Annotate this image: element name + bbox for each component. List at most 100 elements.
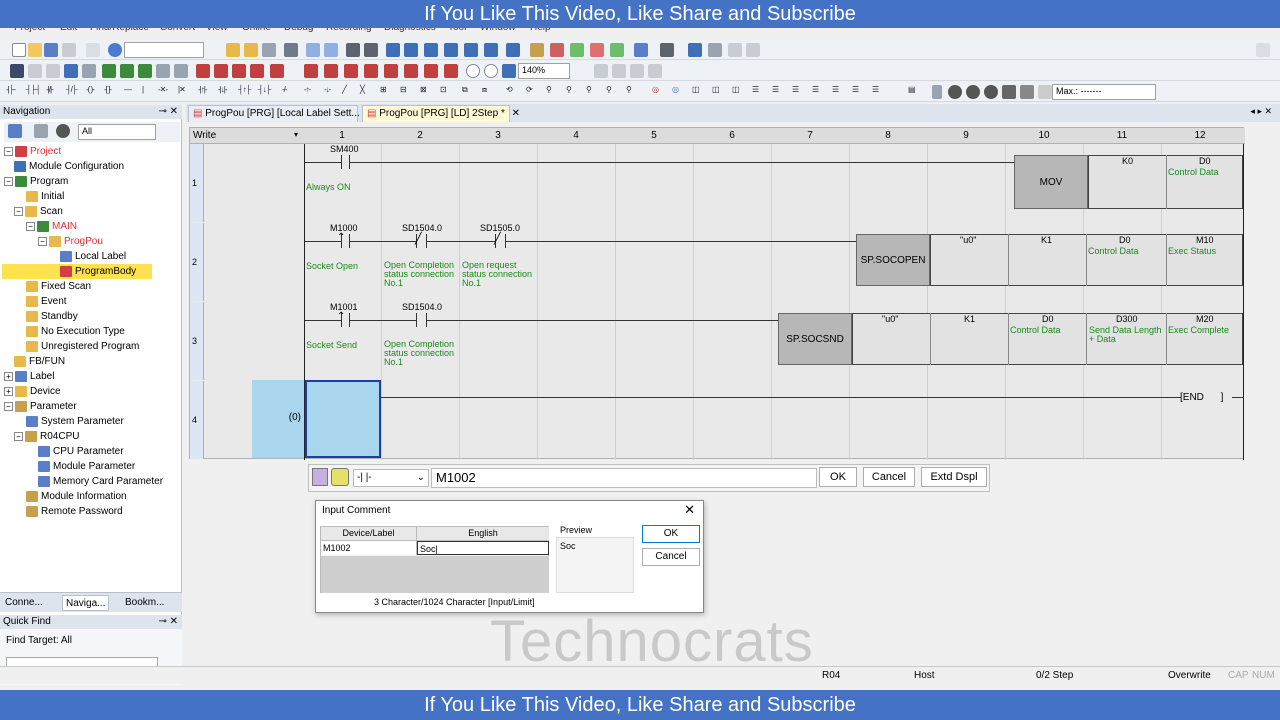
open-contact-icon[interactable]: -|├- bbox=[6, 86, 16, 94]
delete-row-icon[interactable] bbox=[120, 64, 134, 78]
application-instruction-icon[interactable]: -[ ]- bbox=[104, 86, 112, 94]
ladder-icon-33[interactable]: ◫ bbox=[732, 86, 740, 94]
tree-memory-card-parameter[interactable]: Memory Card Parameter bbox=[38, 474, 163, 489]
operand-u0-2[interactable]: "u0" bbox=[882, 314, 898, 324]
build-icon[interactable] bbox=[346, 43, 360, 57]
operand-m20[interactable]: M20 bbox=[1196, 314, 1214, 324]
device-list-icon[interactable] bbox=[306, 43, 320, 57]
verify-plc-icon[interactable] bbox=[424, 43, 438, 57]
rising-pulse-icon[interactable]: -|↑|- bbox=[198, 86, 208, 94]
tree-r04cpu[interactable]: − R04CPU bbox=[14, 429, 79, 444]
save-icon[interactable] bbox=[44, 43, 58, 57]
monitor-icon[interactable] bbox=[464, 43, 478, 57]
search-replace-icon[interactable] bbox=[688, 43, 702, 57]
instr-mov[interactable]: MOV bbox=[1014, 155, 1088, 209]
tree-fb-fun[interactable]: FB/FUN bbox=[14, 354, 65, 369]
ladder-icon-17[interactable]: ⊟ bbox=[400, 86, 407, 94]
copy-icon[interactable] bbox=[28, 64, 42, 78]
operand-d0-3[interactable]: D0 bbox=[1042, 314, 1054, 324]
contact-sd1504-0-b[interactable]: SD1504.0 bbox=[402, 302, 442, 312]
tree-progpou[interactable]: − ProgPou bbox=[38, 234, 103, 249]
rising-branch-icon[interactable]: ┤↑├ bbox=[238, 86, 251, 94]
instr-sp-socsnd[interactable]: SP.SOCSND bbox=[778, 313, 852, 365]
open-folder-icon[interactable] bbox=[28, 43, 42, 57]
zoom-combo[interactable]: 140% bbox=[518, 63, 570, 79]
overwrite-icon[interactable] bbox=[364, 64, 378, 78]
statement-edit-icon[interactable] bbox=[304, 64, 318, 78]
operand-k0[interactable]: K0 bbox=[1122, 156, 1133, 166]
tree-fixed-scan[interactable]: Fixed Scan bbox=[26, 279, 91, 294]
tree-device[interactable]: + Device bbox=[4, 384, 61, 399]
pin-close-icons[interactable]: ⊸ ✕ bbox=[158, 106, 178, 117]
tree-remote-password[interactable]: Remote Password bbox=[26, 504, 123, 519]
vertical-scrollbar[interactable] bbox=[1262, 127, 1274, 647]
print-icon[interactable] bbox=[62, 43, 76, 57]
stop-monitor-icon[interactable] bbox=[932, 85, 942, 99]
line-icon[interactable] bbox=[174, 64, 188, 78]
max-scan-combo[interactable]: Max.: ------- bbox=[1052, 84, 1156, 100]
remote-operation-icon[interactable] bbox=[444, 43, 458, 57]
ladder-icon-21[interactable]: ⧈ bbox=[482, 86, 487, 94]
tree-label[interactable]: + Label bbox=[4, 369, 54, 384]
redo-icon[interactable] bbox=[82, 64, 96, 78]
tree-standby[interactable]: Standby bbox=[26, 309, 78, 324]
navigation-window-icon[interactable] bbox=[226, 43, 240, 57]
operand-d300[interactable]: D300 bbox=[1116, 314, 1138, 324]
operand-m10[interactable]: M10 bbox=[1196, 235, 1214, 245]
tree-program[interactable]: − Program bbox=[4, 174, 68, 189]
tree-module-parameter[interactable]: Module Parameter bbox=[38, 459, 135, 474]
navigation-filter[interactable]: All bbox=[78, 124, 156, 140]
ladder-icon-39[interactable]: ☰ bbox=[852, 86, 859, 94]
ladder-icon-35[interactable]: ☰ bbox=[772, 86, 779, 94]
paste-icon[interactable] bbox=[86, 43, 100, 57]
error-jump-icon[interactable] bbox=[590, 43, 604, 57]
cursor-cell[interactable] bbox=[305, 380, 381, 458]
contact-sd1504-0[interactable]: SD1504.0 bbox=[402, 223, 442, 233]
delete-vertical-icon[interactable]: |✕ bbox=[178, 86, 186, 94]
delete-col-icon[interactable] bbox=[156, 64, 170, 78]
close-contact-icon[interactable]: -|/|- bbox=[46, 86, 54, 94]
line-draw-icon[interactable]: ╱ bbox=[342, 86, 347, 94]
ladder-icon-16[interactable]: ⊞ bbox=[380, 86, 387, 94]
tab-scroll-icons[interactable]: ◂ ▸ ✕ bbox=[1250, 106, 1272, 117]
parameter-icon[interactable] bbox=[530, 43, 544, 57]
ladder-icon-18[interactable]: ⊠ bbox=[420, 86, 427, 94]
write-mode-icon[interactable] bbox=[404, 64, 418, 78]
close-tab-icon[interactable]: ✕ bbox=[512, 108, 520, 119]
monitor-write-icon[interactable] bbox=[444, 64, 458, 78]
tile-icon[interactable] bbox=[728, 43, 742, 57]
ladder-editor[interactable]: Write ▾ 1 2 3 4 5 6 7 8 9 10 11 12 1 2 3… bbox=[189, 127, 1245, 460]
timing-chart-icon[interactable] bbox=[1020, 85, 1034, 99]
tree-cpu-parameter[interactable]: CPU Parameter bbox=[38, 444, 124, 459]
input-ok-button[interactable]: OK bbox=[819, 467, 857, 487]
vertical-line-icon[interactable]: | bbox=[142, 86, 144, 94]
diagnostics-icon[interactable] bbox=[634, 43, 648, 57]
delete-horizontal-icon[interactable]: -✕- bbox=[158, 86, 168, 94]
instr-sp-socopen[interactable]: SP.SOCOPEN bbox=[856, 234, 930, 286]
tree-scan[interactable]: − Scan bbox=[14, 204, 63, 219]
ladder-icon-26[interactable]: ⚲ bbox=[586, 86, 592, 94]
mode-switch-icon[interactable] bbox=[344, 64, 358, 78]
statement-icon[interactable] bbox=[214, 64, 228, 78]
dialog-ok-button[interactable]: OK bbox=[642, 525, 700, 543]
dialog-cancel-button[interactable]: Cancel bbox=[642, 548, 700, 566]
contact-sm400[interactable]: SM400 bbox=[330, 144, 359, 154]
check-icon-3[interactable] bbox=[984, 85, 998, 99]
cut-icon[interactable] bbox=[10, 64, 24, 78]
display-icon-c[interactable] bbox=[630, 64, 644, 78]
monitor-stop-icon[interactable] bbox=[484, 43, 498, 57]
mode-dropdown-icon[interactable]: ▾ bbox=[294, 130, 298, 139]
ladder-icon-37[interactable]: ☰ bbox=[812, 86, 819, 94]
coil-icon[interactable]: -( )- bbox=[86, 86, 95, 94]
operation-rising-icon[interactable]: -↑- bbox=[304, 86, 311, 94]
device-input[interactable]: M1002 bbox=[431, 468, 817, 488]
tree-local-label[interactable]: Local Label bbox=[60, 249, 126, 264]
tree-project[interactable]: − Project bbox=[4, 144, 61, 159]
undo-icon[interactable] bbox=[64, 64, 78, 78]
operand-d0-2[interactable]: D0 bbox=[1119, 235, 1131, 245]
device-batch-icon[interactable] bbox=[1002, 85, 1016, 99]
ladder-icon-38[interactable]: ☰ bbox=[832, 86, 839, 94]
tab-connection[interactable]: Conne... bbox=[2, 595, 46, 611]
tree-event[interactable]: Event bbox=[26, 294, 67, 309]
cascade-icon[interactable] bbox=[746, 43, 760, 57]
